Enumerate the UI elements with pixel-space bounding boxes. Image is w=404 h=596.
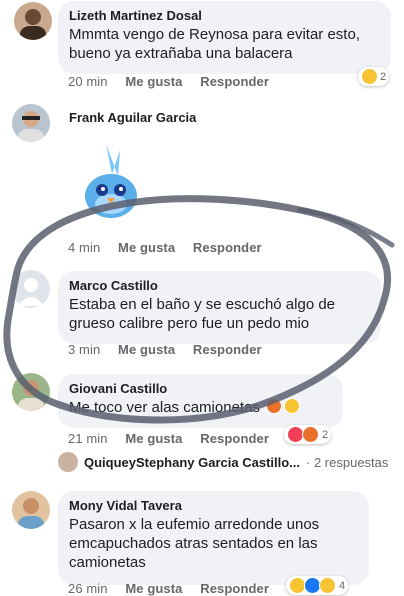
person-photo-icon [18, 111, 44, 142]
like-button[interactable]: Me gusta [125, 74, 182, 89]
comment-text: Me toco ver alas camionetas [69, 399, 260, 416]
reaction-badge[interactable]: 4 [286, 576, 349, 595]
like-button[interactable]: Me gusta [125, 431, 182, 446]
reaction-badge[interactable]: 2 [358, 67, 390, 86]
angry-face-icon [266, 398, 283, 414]
replies-preview[interactable]: QuiqueyStephany Garcia Castillo... · 2 r… [58, 452, 388, 472]
replies-names[interactable]: QuiqueyStephany Garcia Castillo... [84, 455, 300, 470]
avatar[interactable] [12, 373, 50, 411]
reply-button[interactable]: Responder [193, 342, 262, 357]
comment-text-line: camionetas [69, 554, 146, 571]
angry-icon [302, 426, 319, 443]
haha-icon [361, 68, 378, 85]
worried-face-icon [284, 398, 301, 414]
timestamp: 3 min [68, 342, 101, 357]
comment-actions: 3 min Me gusta Responder [68, 342, 276, 357]
reaction-count: 4 [339, 579, 346, 592]
comment-bubble: Lizeth Martinez Dosal Mmmta vengo de Rey… [58, 1, 391, 74]
default-avatar-icon [18, 278, 44, 306]
reaction-count: 2 [322, 428, 329, 441]
reply-button[interactable]: Responder [193, 240, 262, 255]
comment-text-line: Me toco ver alas camionetas [69, 398, 331, 417]
comment-actions: 20 min Me gusta Responder [68, 74, 283, 89]
comment-actions: 21 min Me gusta Responder [68, 431, 283, 446]
timestamp: 4 min [68, 240, 101, 255]
reaction-badge[interactable]: 2 [284, 425, 332, 444]
person-photo-icon [20, 9, 46, 40]
avatar[interactable] [14, 2, 52, 40]
comment-text-line: Mmmta vengo de Reynosa para evitar esto, [69, 26, 360, 43]
avatar[interactable] [12, 270, 50, 308]
avatar[interactable] [12, 491, 50, 529]
comment-bubble: Marco Castillo Estaba en el baño y se es… [58, 271, 381, 344]
commenter-name[interactable]: Lizeth Martinez Dosal [69, 8, 379, 23]
like-button[interactable]: Me gusta [118, 342, 175, 357]
comment-text-line: grueso calibre pero fue un pedo mio [69, 315, 310, 332]
person-photo-icon [18, 498, 44, 529]
avatar[interactable] [12, 104, 50, 142]
comment-actions: 4 min Me gusta Responder [68, 240, 276, 255]
comment-text-line: Estaba en el baño y se escuchó algo de [69, 296, 336, 313]
commenter-name[interactable]: Frank Aguilar Garcia [69, 110, 196, 125]
commenter-name[interactable]: Mony Vidal Tavera [69, 498, 357, 513]
reaction-count: 2 [380, 70, 387, 83]
person-photo-icon [18, 380, 44, 411]
reply-button[interactable]: Responder [200, 431, 269, 446]
sticker-icon [85, 144, 137, 218]
comment-text-line: bueno ya extrañaba una balacera [69, 45, 293, 62]
comment-bubble: Mony Vidal Tavera Pasaron x la eufemio a… [58, 491, 369, 585]
comment-text-line: Pasaron x la eufemio arredonde unos [69, 516, 320, 533]
avatar [58, 452, 78, 472]
replies-count[interactable]: · 2 respuestas [306, 455, 388, 470]
like-button[interactable]: Me gusta [118, 240, 175, 255]
reply-button[interactable]: Responder [200, 74, 269, 89]
timestamp: 20 min [68, 74, 108, 89]
comment-bubble: Giovani Castillo Me toco ver alas camion… [58, 374, 343, 428]
timestamp: 21 min [68, 431, 108, 446]
commenter-name[interactable]: Giovani Castillo [69, 381, 331, 396]
commenter-name[interactable]: Marco Castillo [69, 278, 369, 293]
comment-text-line: emcapuchados atras sentados en las [69, 535, 318, 552]
haha-icon [319, 577, 336, 594]
